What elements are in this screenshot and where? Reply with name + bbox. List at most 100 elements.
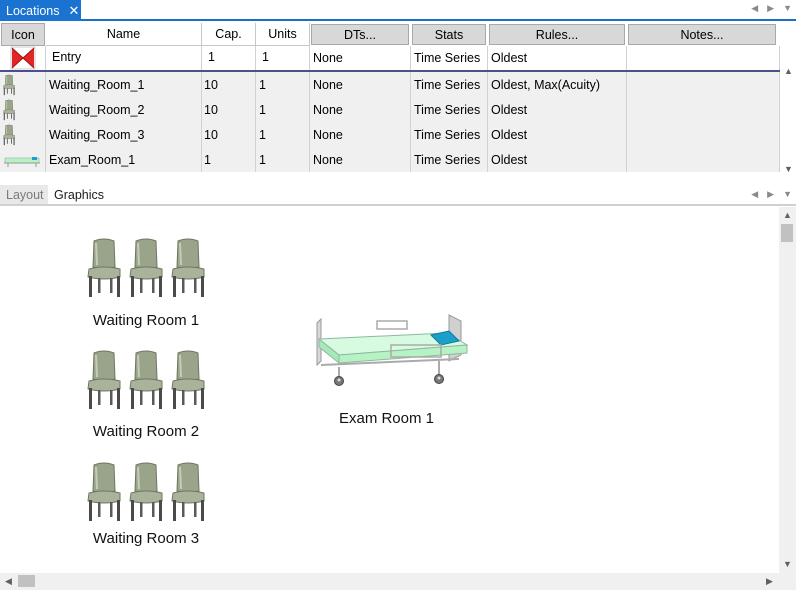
cell-units[interactable]: 1 xyxy=(256,97,310,122)
chair-icon xyxy=(83,461,125,523)
cell-name[interactable]: Waiting_Room_3 xyxy=(46,122,202,147)
chair-icon xyxy=(125,237,167,299)
cell-cap[interactable]: 1 xyxy=(202,147,256,172)
scroll-right-icon[interactable]: ▶ xyxy=(767,3,774,14)
tab-layout[interactable]: Layout xyxy=(0,185,50,204)
locations-grid: Icon Name Cap. Units DTs... Stats Rules.… xyxy=(0,23,796,178)
scroll-up-icon[interactable]: ▲ xyxy=(783,210,792,220)
chair-icon xyxy=(0,97,46,122)
cell-dts[interactable]: None xyxy=(310,72,411,97)
vertical-scroll-thumb[interactable] xyxy=(781,224,793,242)
scroll-left-icon[interactable]: ◀ xyxy=(751,3,758,14)
canvas-horizontal-scrollbar[interactable]: ◀ ▶ xyxy=(0,573,796,590)
cell-dts[interactable]: None xyxy=(310,147,411,172)
waiting-room-2-location[interactable]: Waiting Room 2 xyxy=(81,349,211,440)
column-header-rules-button[interactable]: Rules... xyxy=(489,24,625,45)
bed-icon xyxy=(0,147,46,172)
cell-notes[interactable] xyxy=(627,72,780,97)
scroll-down-icon[interactable]: ▼ xyxy=(784,164,793,174)
layout-canvas[interactable]: Waiting Room 1 Waiting Room 2 Waiting Ro… xyxy=(1,207,779,573)
tab-strip-controls: ◀ ▶ ▼ xyxy=(751,3,792,14)
cell-stats[interactable]: Time Series xyxy=(411,122,488,147)
exam-room-1-location[interactable]: Exam Room 1 xyxy=(309,311,474,427)
cell-units[interactable]: 1 xyxy=(256,46,310,70)
waiting-room-1-location[interactable]: Waiting Room 1 xyxy=(81,237,211,329)
waiting-room-2-label[interactable]: Waiting Room 2 xyxy=(81,423,211,440)
tab-graphics[interactable]: Graphics xyxy=(48,185,111,204)
scroll-right-icon[interactable]: ▶ xyxy=(766,576,773,587)
cell-name[interactable]: Exam_Room_1 xyxy=(46,147,202,172)
exam-room-1-label[interactable]: Exam Room 1 xyxy=(299,410,474,427)
tab-list-dropdown-icon[interactable]: ▼ xyxy=(783,3,792,14)
waiting-room-3-location[interactable]: Waiting Room 3 xyxy=(81,461,211,547)
chair-icon xyxy=(125,349,167,411)
cell-cap[interactable]: 10 xyxy=(202,97,256,122)
cell-rules[interactable]: Oldest xyxy=(488,97,627,122)
waiting-room-3-label[interactable]: Waiting Room 3 xyxy=(81,530,211,547)
table-row[interactable]: Entry 1 1 None Time Series Oldest xyxy=(0,46,780,72)
table-row[interactable]: Waiting_Room_3 10 1 None Time Series Old… xyxy=(0,122,780,147)
cell-rules[interactable]: Oldest xyxy=(488,46,627,70)
cell-notes[interactable] xyxy=(627,97,780,122)
cell-dts[interactable]: None xyxy=(310,97,411,122)
cell-name[interactable]: Waiting_Room_1 xyxy=(46,72,202,97)
chair-icon xyxy=(0,72,46,97)
column-header-name[interactable]: Name xyxy=(46,23,202,46)
close-icon[interactable]: ✕ xyxy=(69,4,80,17)
cell-units[interactable]: 1 xyxy=(256,122,310,147)
scroll-left-icon[interactable]: ◀ xyxy=(751,189,758,200)
column-header-dts-button[interactable]: DTs... xyxy=(311,24,409,45)
waiting-room-2-chairs xyxy=(81,349,211,411)
tab-locations-label: Locations xyxy=(6,3,60,18)
cell-rules[interactable]: Oldest xyxy=(488,147,627,172)
column-header-stats-button[interactable]: Stats xyxy=(412,24,486,45)
tab-locations[interactable]: Locations ✕ xyxy=(0,0,81,21)
lower-tab-controls: ◀ ▶ ▼ xyxy=(751,189,792,200)
cell-name[interactable]: Entry xyxy=(46,46,202,70)
cell-rules[interactable]: Oldest, Max(Acuity) xyxy=(488,72,627,97)
chair-icon xyxy=(0,122,46,147)
cell-cap[interactable]: 10 xyxy=(202,122,256,147)
cell-stats[interactable]: Time Series xyxy=(411,147,488,172)
horizontal-scroll-thumb[interactable] xyxy=(18,575,35,587)
scroll-right-icon[interactable]: ▶ xyxy=(767,189,774,200)
cell-stats[interactable]: Time Series xyxy=(411,97,488,122)
chair-icon xyxy=(83,237,125,299)
grid-vertical-scrollbar[interactable]: ▲ ▼ xyxy=(780,46,796,178)
cell-units[interactable]: 1 xyxy=(256,147,310,172)
scroll-up-icon[interactable]: ▲ xyxy=(784,66,793,76)
chair-icon xyxy=(167,349,209,411)
column-header-cap[interactable]: Cap. xyxy=(202,23,256,46)
cell-name[interactable]: Waiting_Room_2 xyxy=(46,97,202,122)
cell-notes[interactable] xyxy=(627,46,780,70)
waiting-room-1-label[interactable]: Waiting Room 1 xyxy=(81,312,211,329)
table-row[interactable]: Exam_Room_1 1 1 None Time Series Oldest xyxy=(0,147,780,172)
chair-icon xyxy=(125,461,167,523)
table-row[interactable]: Waiting_Room_1 10 1 None Time Series Old… xyxy=(0,72,780,97)
tab-list-dropdown-icon[interactable]: ▼ xyxy=(783,189,792,200)
entry-icon xyxy=(0,46,46,70)
table-row[interactable]: Waiting_Room_2 10 1 None Time Series Old… xyxy=(0,97,780,122)
cell-rules[interactable]: Oldest xyxy=(488,122,627,147)
document-tab-strip: Locations ✕ ◀ ▶ ▼ xyxy=(0,0,796,21)
cell-stats[interactable]: Time Series xyxy=(411,72,488,97)
chair-icon xyxy=(167,461,209,523)
cell-units[interactable]: 1 xyxy=(256,72,310,97)
cell-notes[interactable] xyxy=(627,147,780,172)
chair-icon xyxy=(167,237,209,299)
lower-tab-strip: Layout Graphics ◀ ▶ ▼ xyxy=(0,185,796,206)
cell-cap[interactable]: 10 xyxy=(202,72,256,97)
hospital-bed-icon xyxy=(316,314,469,386)
scroll-down-icon[interactable]: ▼ xyxy=(783,559,792,569)
cell-dts[interactable]: None xyxy=(310,122,411,147)
chair-icon xyxy=(83,349,125,411)
canvas-vertical-scrollbar[interactable]: ▲ ▼ xyxy=(779,207,796,573)
cell-dts[interactable]: None xyxy=(310,46,411,70)
cell-stats[interactable]: Time Series xyxy=(411,46,488,70)
column-header-notes-button[interactable]: Notes... xyxy=(628,24,776,45)
column-header-units[interactable]: Units xyxy=(256,23,310,46)
scroll-left-icon[interactable]: ◀ xyxy=(5,576,12,587)
cell-cap[interactable]: 1 xyxy=(202,46,256,70)
cell-notes[interactable] xyxy=(627,122,780,147)
column-header-icon[interactable]: Icon xyxy=(1,23,45,46)
